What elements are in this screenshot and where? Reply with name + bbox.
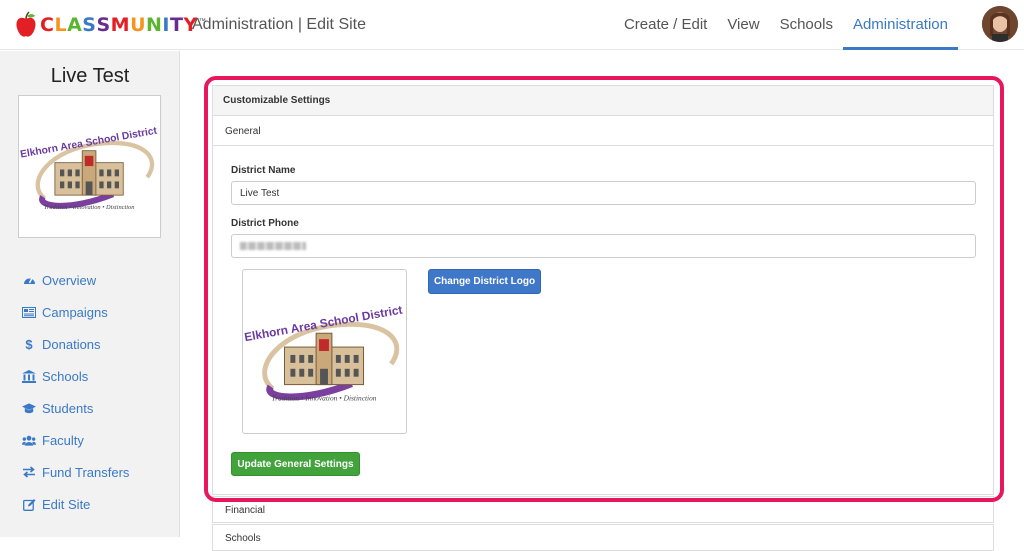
logo-tagline: Tradition • Innovation • Distinction [44,204,135,211]
sidebar-menu: Overview Campaigns $ Donations Schools S… [22,264,129,520]
brand-letter: M [110,14,131,36]
dashboard-icon [22,273,36,287]
next-section-label: Schools [225,533,261,544]
brand-name: CLASSMUNITY [40,14,198,36]
brand-wordmark: CLASSMUNITY [40,14,198,36]
sidebar: Live Test Elkhorn Area School District T… [0,51,180,537]
site-name: Live Test [50,65,130,87]
brand-letter: N [146,14,163,36]
newspaper-icon [22,305,36,319]
brand-letter: C [40,14,55,36]
brand-letter: I [162,14,170,36]
avatar-photo [982,6,1018,42]
district-logo-image: Elkhorn Area School District Tradition •… [19,126,158,211]
graduation-cap-icon [22,401,36,415]
sidebar-item-label: Faculty [42,432,84,448]
nav-administration[interactable]: Administration [842,0,958,50]
sidebar-item-faculty[interactable]: Faculty [22,424,129,456]
brand-letter: S [82,14,97,36]
nav-create-edit[interactable]: Create / Edit [614,0,717,50]
sidebar-district-logo: Elkhorn Area School District Tradition •… [18,95,161,238]
sidebar-item-donations[interactable]: $ Donations [22,328,129,360]
sidebar-item-students[interactable]: Students [22,392,129,424]
sidebar-item-label: Schools [42,368,89,384]
users-icon [22,433,36,447]
sidebar-item-fund-transfers[interactable]: Fund Transfers [22,456,129,488]
sidebar-item-label: Overview [42,272,97,288]
page-title: Administration | Edit Site [192,16,367,33]
highlight-annotation [204,76,1004,502]
exchange-icon [22,465,36,479]
sidebar-item-schools[interactable]: Schools [22,360,129,392]
brand-letter: A [67,14,83,36]
apple-icon [16,11,36,37]
main-nav: Create / Edit View Schools Administratio… [614,0,958,50]
sidebar-item-label: Students [42,400,94,416]
sidebar-item-label: Campaigns [42,304,108,320]
brand-letter: L [54,14,68,36]
top-navbar: CLASSMUNITY ™ Administration | Edit Site… [0,0,1024,50]
brand-letter: S [96,14,111,36]
next-section-header[interactable]: Schools [212,524,994,551]
bank-icon [22,369,36,383]
sidebar-item-edit-site[interactable]: Edit Site [22,488,129,520]
dollar-icon: $ [25,336,33,352]
brand-letter: U [130,14,147,36]
sidebar-item-label: Fund Transfers [42,464,130,480]
edit-icon [22,497,36,511]
sidebar-item-overview[interactable]: Overview [22,264,129,296]
nav-view[interactable]: View [717,0,769,50]
sidebar-item-label: Donations [42,336,101,352]
sidebar-item-label: Edit Site [42,496,91,512]
nav-schools[interactable]: Schools [770,0,843,50]
sidebar-item-campaigns[interactable]: Campaigns [22,296,129,328]
user-avatar[interactable] [982,6,1018,42]
classmunity-logo[interactable]: CLASSMUNITY ™ [14,10,206,40]
brand-letter: T [170,14,184,36]
